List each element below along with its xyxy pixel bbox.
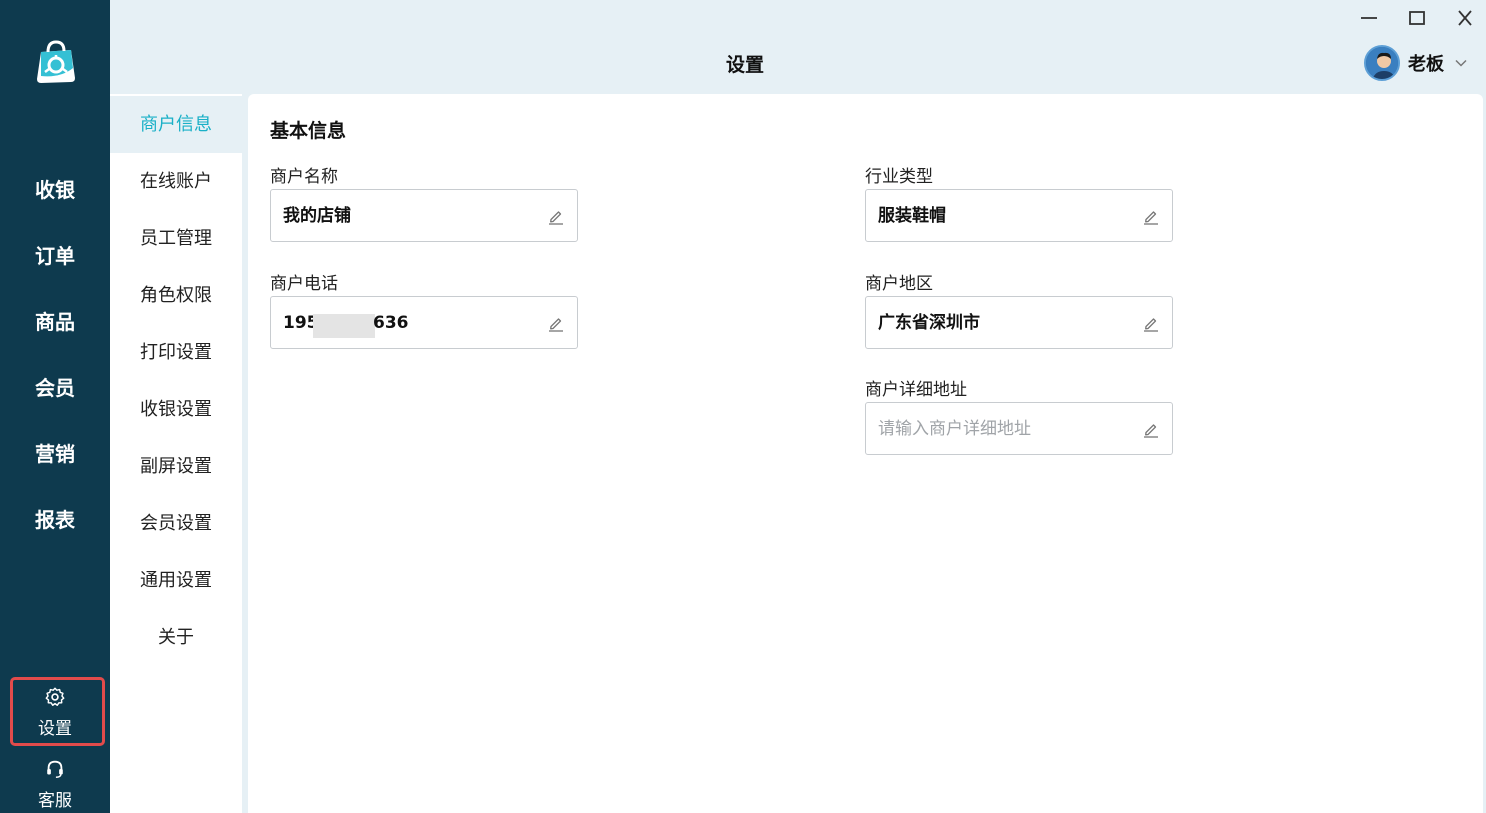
merchant-info-panel: 基本信息 商户名称 我的店铺 行业类型 服装鞋帽 商户电话 195 636 商户… — [248, 94, 1483, 813]
settings-submenu: 商户信息 在线账户 员工管理 角色权限 打印设置 收银设置 副屏设置 会员设置 … — [110, 94, 242, 813]
region-value: 广东省深圳市 — [878, 313, 980, 333]
phone-field[interactable]: 195 636 — [270, 296, 578, 349]
nav-item-orders[interactable]: 订单 — [0, 236, 110, 276]
main-nav: 收银 订单 商品 会员 营销 报表 设置 客服 — [0, 0, 110, 813]
region-field[interactable]: 广东省深圳市 — [865, 296, 1173, 349]
nav-item-support[interactable]: 客服 — [0, 758, 110, 811]
page-title: 设置 — [725, 54, 764, 76]
submenu-item-about[interactable]: 关于 — [110, 609, 242, 666]
nav-support-label: 客服 — [38, 791, 72, 811]
shopping-bag-logo-icon[interactable] — [31, 38, 79, 86]
submenu-item-member-settings[interactable]: 会员设置 — [110, 495, 242, 552]
user-name: 老板 — [1408, 54, 1444, 75]
industry-field[interactable]: 服装鞋帽 — [865, 189, 1173, 242]
submenu-item-staff[interactable]: 员工管理 — [110, 210, 242, 267]
pencil-edit-icon[interactable] — [547, 314, 565, 332]
pencil-edit-icon[interactable] — [547, 207, 565, 225]
section-title: 基本信息 — [270, 120, 347, 142]
maximize-icon[interactable] — [1405, 6, 1429, 30]
minimize-icon[interactable] — [1357, 6, 1381, 30]
close-icon[interactable] — [1453, 6, 1477, 30]
submenu-item-online-account[interactable]: 在线账户 — [110, 153, 242, 210]
submenu-item-checkout-settings[interactable]: 收银设置 — [110, 381, 242, 438]
region-label: 商户地区 — [865, 274, 933, 294]
gear-icon — [45, 687, 65, 706]
industry-label: 行业类型 — [865, 167, 933, 187]
nav-item-products[interactable]: 商品 — [0, 302, 110, 342]
submenu-item-roles[interactable]: 角色权限 — [110, 267, 242, 324]
submenu-item-general[interactable]: 通用设置 — [110, 552, 242, 609]
phone-label: 商户电话 — [270, 274, 338, 294]
phone-value-suffix: 636 — [373, 313, 409, 333]
merchant-name-label: 商户名称 — [270, 167, 338, 187]
nav-item-reports[interactable]: 报表 — [0, 500, 110, 540]
merchant-name-value: 我的店铺 — [283, 206, 351, 226]
headset-icon — [47, 760, 63, 778]
address-label: 商户详细地址 — [865, 380, 967, 400]
nav-item-marketing[interactable]: 营销 — [0, 434, 110, 474]
address-field[interactable]: 请输入商户详细地址 — [865, 402, 1173, 455]
submenu-item-second-screen[interactable]: 副屏设置 — [110, 438, 242, 495]
industry-value: 服装鞋帽 — [878, 206, 946, 226]
nav-item-settings[interactable]: 设置 — [0, 686, 110, 739]
nav-item-members[interactable]: 会员 — [0, 368, 110, 408]
user-menu[interactable]: 老板 — [1364, 44, 1468, 82]
phone-redaction-mask — [313, 314, 375, 338]
nav-item-checkout[interactable]: 收银 — [0, 170, 110, 210]
address-placeholder: 请输入商户详细地址 — [878, 419, 1031, 439]
merchant-name-field[interactable]: 我的店铺 — [270, 189, 578, 242]
chevron-down-icon — [1455, 59, 1467, 67]
submenu-item-merchant-info[interactable]: 商户信息 — [110, 96, 242, 153]
pencil-edit-icon[interactable] — [1142, 207, 1160, 225]
user-avatar — [1364, 45, 1400, 81]
pencil-edit-icon[interactable] — [1142, 314, 1160, 332]
nav-settings-label: 设置 — [38, 719, 72, 739]
submenu-item-print[interactable]: 打印设置 — [110, 324, 242, 381]
pencil-edit-icon[interactable] — [1142, 420, 1160, 438]
